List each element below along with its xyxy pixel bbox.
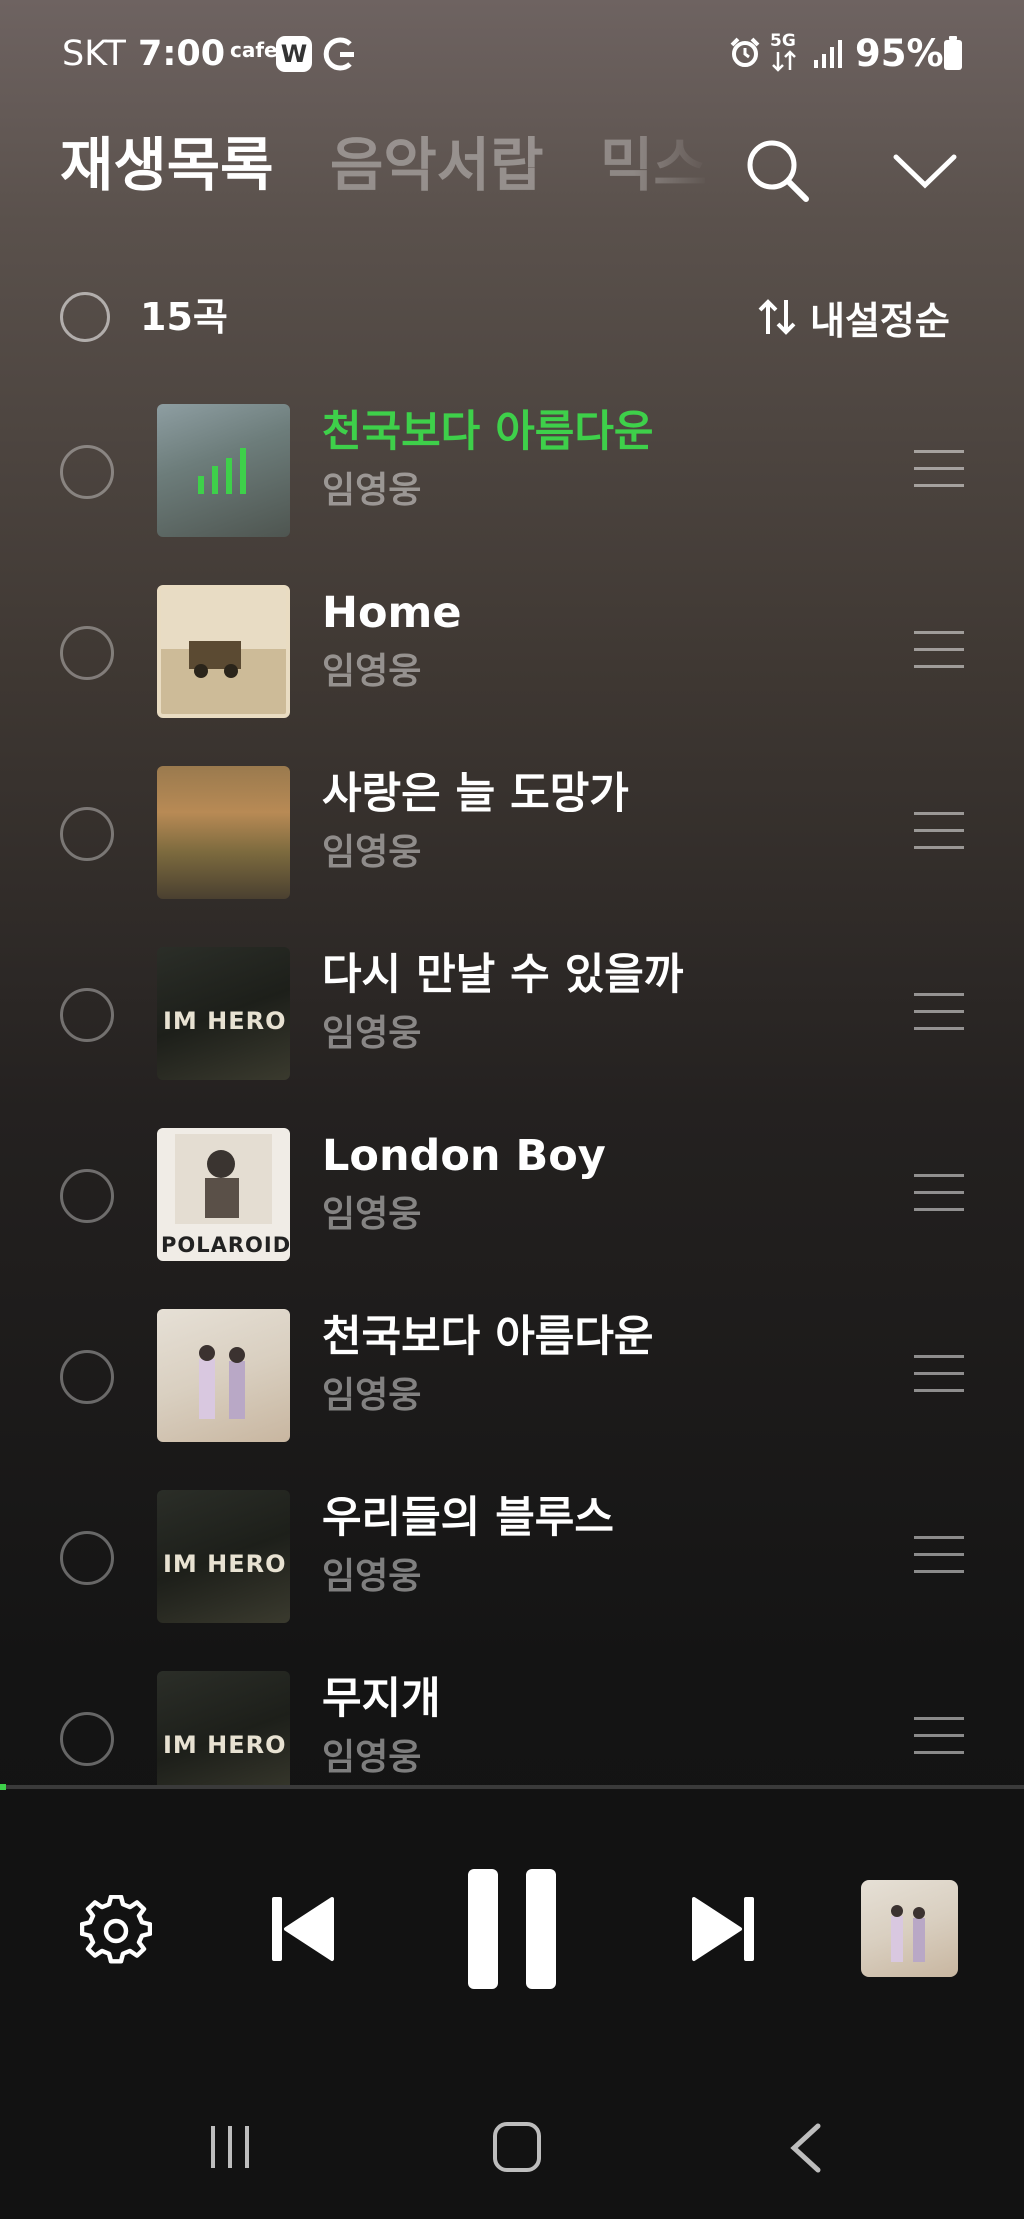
sort-arrows-icon xyxy=(758,299,796,335)
drag-handle-icon[interactable] xyxy=(914,631,964,671)
cafe-notification-label: cafe xyxy=(230,38,278,62)
home-icon[interactable] xyxy=(493,2122,541,2172)
drag-handle-icon[interactable] xyxy=(914,812,964,852)
now-playing-album-art[interactable] xyxy=(861,1880,958,1977)
network-5g-icon: 5G xyxy=(770,32,798,76)
previous-icon[interactable] xyxy=(270,1895,336,1963)
sort-button[interactable]: 내설정순 xyxy=(756,292,950,343)
status-bar: SKT 7:00 cafe W 5G 95% xyxy=(0,30,1024,78)
search-icon[interactable] xyxy=(742,135,812,205)
drag-handle-icon[interactable] xyxy=(914,1717,964,1757)
track-checkbox[interactable] xyxy=(60,626,114,680)
progress-fill xyxy=(0,1784,6,1790)
clock: 7:00 xyxy=(138,34,226,74)
track-checkbox[interactable] xyxy=(60,1169,114,1223)
next-icon[interactable] xyxy=(690,1895,756,1963)
back-icon[interactable] xyxy=(786,2122,826,2174)
track-title: London Boy xyxy=(322,1131,606,1181)
signal-icon xyxy=(814,40,842,68)
drag-handle-icon[interactable] xyxy=(914,1536,964,1576)
chevron-down-icon[interactable] xyxy=(890,145,960,195)
pause-icon[interactable] xyxy=(466,1867,558,1991)
track-row[interactable]: 천국보다 아름다운 임영웅 xyxy=(0,402,1024,583)
header-tabs: 재생목록 음악서랍 믹스 xyxy=(0,125,1024,205)
track-row[interactable]: 사랑은 늘 도망가 임영웅 xyxy=(0,764,1024,945)
album-art: IM HERO xyxy=(157,947,290,1080)
track-artist: 임영웅 xyxy=(322,651,422,692)
album-art-text: IM HERO xyxy=(163,1731,287,1759)
track-checkbox[interactable] xyxy=(60,1712,114,1766)
album-art xyxy=(157,1309,290,1442)
album-art xyxy=(157,585,290,718)
track-row[interactable]: IM HERO 우리들의 블루스 임영웅 xyxy=(0,1488,1024,1669)
track-row[interactable]: IM HERO 다시 만날 수 있을까 임영웅 xyxy=(0,945,1024,1126)
album-art-text: IM HERO xyxy=(163,1007,287,1035)
track-title: 무지개 xyxy=(322,1674,441,1724)
track-count: 15곡 xyxy=(140,295,228,339)
track-artist: 임영웅 xyxy=(322,1737,422,1778)
album-art-text: POLAROID xyxy=(161,1233,290,1257)
track-row[interactable]: IM HERO 무지개 임영웅 xyxy=(0,1669,1024,1785)
album-art xyxy=(157,404,290,537)
carrier-label: SKT xyxy=(62,34,126,74)
track-title: 천국보다 아름다운 xyxy=(322,407,654,457)
equalizer-icon xyxy=(198,448,246,494)
track-title: 우리들의 블루스 xyxy=(322,1493,614,1543)
track-checkbox[interactable] xyxy=(60,445,114,499)
alarm-icon xyxy=(730,37,760,67)
track-row[interactable]: Home 임영웅 xyxy=(0,583,1024,764)
album-art xyxy=(157,766,290,899)
tab-mix[interactable]: 믹스 xyxy=(600,125,710,205)
battery-icon xyxy=(944,36,962,70)
battery-percent: 95% xyxy=(855,32,944,75)
album-art: IM HERO xyxy=(157,1490,290,1623)
album-art: IM HERO xyxy=(157,1671,290,1785)
track-artist: 임영웅 xyxy=(322,832,422,873)
track-title: 사랑은 늘 도망가 xyxy=(322,769,629,819)
drag-handle-icon[interactable] xyxy=(914,1174,964,1214)
sort-label: 내설정순 xyxy=(810,298,950,343)
album-art-text: IM HERO xyxy=(163,1550,287,1578)
select-all-checkbox[interactable] xyxy=(60,292,110,342)
track-row[interactable]: POLAROID London Boy 임영웅 xyxy=(0,1126,1024,1307)
track-checkbox[interactable] xyxy=(60,1350,114,1404)
album-art: POLAROID xyxy=(157,1128,290,1261)
track-checkbox[interactable] xyxy=(60,1531,114,1585)
track-title: 천국보다 아름다운 xyxy=(322,1312,654,1362)
w-app-icon: W xyxy=(276,36,312,72)
track-artist: 임영웅 xyxy=(322,1556,422,1597)
g-app-icon xyxy=(323,37,354,71)
track-artist: 임영웅 xyxy=(322,470,422,511)
drag-handle-icon[interactable] xyxy=(914,450,964,490)
track-row[interactable]: 천국보다 아름다운 임영웅 xyxy=(0,1307,1024,1488)
drag-handle-icon[interactable] xyxy=(914,993,964,1033)
track-checkbox[interactable] xyxy=(60,807,114,861)
track-artist: 임영웅 xyxy=(322,1013,422,1054)
track-artist: 임영웅 xyxy=(322,1375,422,1416)
tab-music-drawer[interactable]: 음악서랍 xyxy=(330,125,543,205)
tab-playlist[interactable]: 재생목록 xyxy=(60,125,273,205)
recent-apps-icon[interactable] xyxy=(205,2122,255,2172)
track-artist: 임영웅 xyxy=(322,1194,422,1235)
track-title: Home xyxy=(322,588,462,638)
progress-track[interactable] xyxy=(0,1785,1024,1789)
drag-handle-icon[interactable] xyxy=(914,1355,964,1395)
track-title: 다시 만날 수 있을까 xyxy=(322,950,684,1000)
gear-icon[interactable] xyxy=(80,1895,152,1967)
track-checkbox[interactable] xyxy=(60,988,114,1042)
